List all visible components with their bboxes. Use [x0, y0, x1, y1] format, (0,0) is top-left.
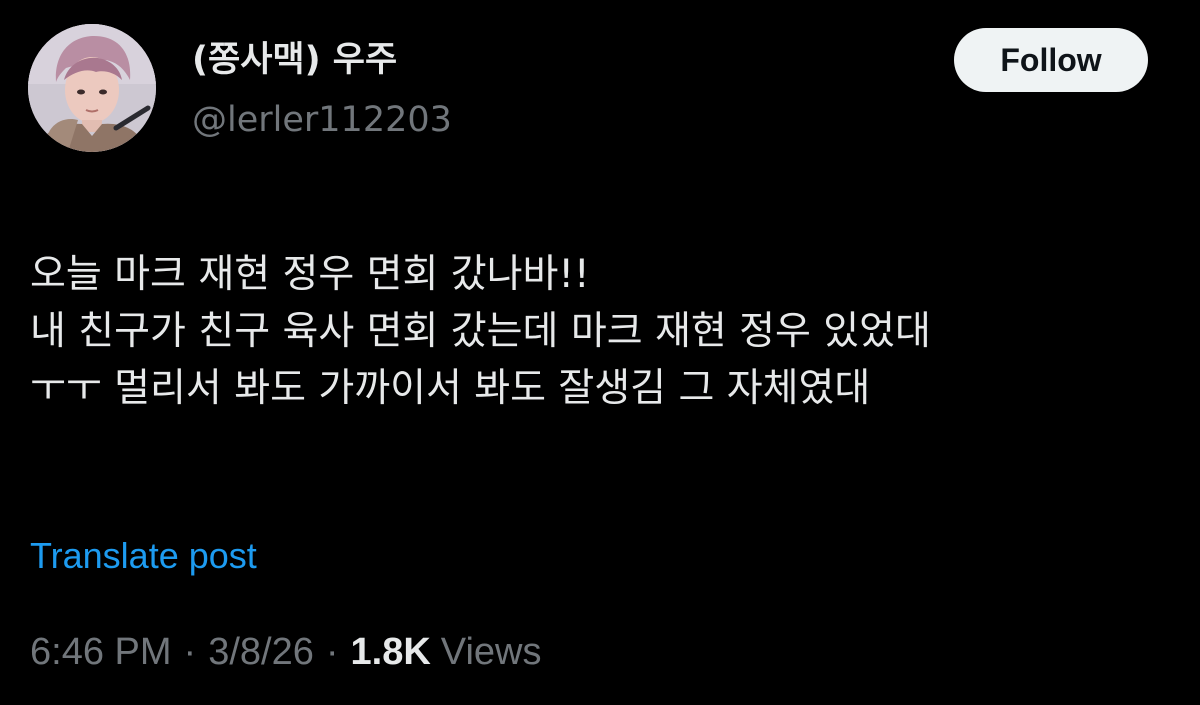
display-name[interactable]: (쫑사맥) 우주	[192, 38, 397, 82]
avatar[interactable]	[28, 24, 156, 152]
post-text: 오늘 마크 재현 정우 면회 갔나바!! 내 친구가 친구 육사 면회 갔는데 …	[30, 246, 1180, 417]
post-text-line: 오늘 마크 재현 정우 면회 갔나바!!	[30, 252, 590, 297]
post-time[interactable]: 6:46 PM	[30, 631, 172, 673]
views-label: Views	[440, 631, 542, 673]
translate-post-link[interactable]: Translate post	[30, 533, 257, 579]
user-handle[interactable]: @lerler112203	[192, 98, 452, 142]
post-text-line: ㅜㅜ 멀리서 봐도 가까이서 봐도 잘생김 그 자체였대	[30, 366, 871, 411]
separator: ·	[325, 631, 339, 673]
post-text-line: 내 친구가 친구 육사 면회 갔는데 마크 재현 정우 있었대	[30, 309, 931, 354]
views-count: 1.8K	[350, 631, 431, 673]
follow-button[interactable]: Follow	[954, 28, 1148, 92]
tweet-card: (쫑사맥) 우주 @lerler112203 Follow 오늘 마크 재현 정…	[0, 0, 1200, 705]
post-metadata: 6:46 PM · 3/8/26 · 1.8K Views	[30, 628, 541, 676]
avatar-image	[28, 24, 156, 152]
post-date[interactable]: 3/8/26	[208, 631, 314, 673]
separator: ·	[183, 631, 197, 673]
